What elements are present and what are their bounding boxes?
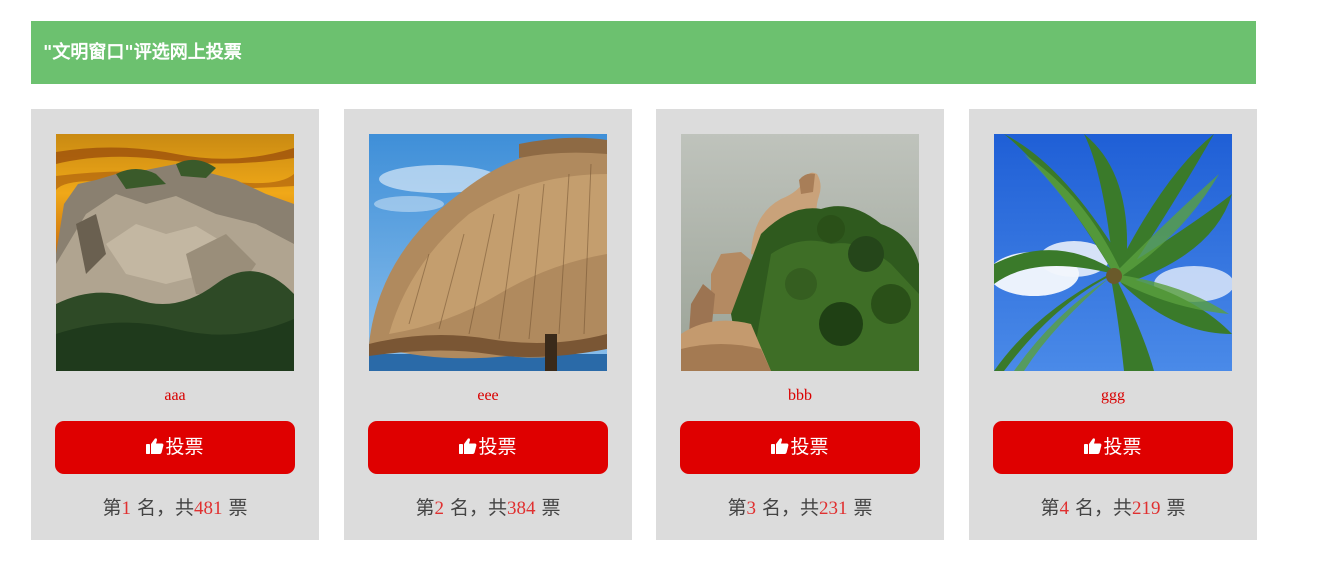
thatched-umbrella-photo xyxy=(369,134,607,371)
vote-button-label: 投票 xyxy=(165,436,204,458)
vote-button[interactable]: 投票 xyxy=(55,421,295,474)
rank-suffix: 票 xyxy=(847,497,873,519)
thumbs-up-icon xyxy=(1084,438,1102,454)
palm-tree-photo xyxy=(994,134,1232,371)
rank-number: 2 xyxy=(434,498,444,519)
mountain-sunset-photo xyxy=(56,134,294,371)
candidate-name: eee xyxy=(477,387,499,404)
candidate-card: ggg 投票 第4 名，共219 票 xyxy=(969,109,1257,540)
candidate-card: aaa 投票 第1 名，共481 票 xyxy=(31,109,319,540)
rank-suffix: 票 xyxy=(1160,497,1186,519)
candidate-list: aaa 投票 第1 名，共481 票 eee 投票 第2 名，共384 票 bb… xyxy=(31,109,1257,540)
rank-suffix: 票 xyxy=(222,497,248,519)
vote-count: 219 xyxy=(1132,498,1161,519)
candidate-card: bbb 投票 第3 名，共231 票 xyxy=(656,109,944,540)
rank-number: 3 xyxy=(746,498,756,519)
candidate-card: eee 投票 第2 名，共384 票 xyxy=(344,109,632,540)
vote-button-label: 投票 xyxy=(1103,436,1142,458)
thumbs-up-icon xyxy=(146,438,164,454)
rank-number: 1 xyxy=(121,498,131,519)
rank-summary: 第2 名，共384 票 xyxy=(344,495,632,522)
rank-mid: 名，共 xyxy=(443,497,507,519)
rank-prefix: 第 xyxy=(102,497,122,519)
rank-number: 4 xyxy=(1059,498,1069,519)
vote-count: 231 xyxy=(819,498,848,519)
candidate-name: ggg xyxy=(1101,387,1125,404)
rank-summary: 第4 名，共219 票 xyxy=(969,495,1257,522)
rank-prefix: 第 xyxy=(415,497,435,519)
rank-mid: 名，共 xyxy=(755,497,819,519)
rank-prefix: 第 xyxy=(1040,497,1060,519)
rank-suffix: 票 xyxy=(535,497,561,519)
vote-button-label: 投票 xyxy=(790,436,829,458)
candidate-name: bbb xyxy=(788,387,812,404)
vote-count: 481 xyxy=(194,498,223,519)
vote-button[interactable]: 投票 xyxy=(368,421,608,474)
rank-mid: 名，共 xyxy=(1068,497,1132,519)
vote-button[interactable]: 投票 xyxy=(680,421,920,474)
rock-peak-forest-photo xyxy=(681,134,919,371)
vote-button-label: 投票 xyxy=(478,436,517,458)
page-title: "文明窗口"评选网上投票 xyxy=(31,21,1256,84)
thumbs-up-icon xyxy=(771,438,789,454)
candidate-name: aaa xyxy=(164,387,186,404)
rank-summary: 第1 名，共481 票 xyxy=(31,495,319,522)
vote-button[interactable]: 投票 xyxy=(993,421,1233,474)
vote-count: 384 xyxy=(507,498,536,519)
rank-mid: 名，共 xyxy=(130,497,194,519)
rank-summary: 第3 名，共231 票 xyxy=(656,495,944,522)
rank-prefix: 第 xyxy=(727,497,747,519)
thumbs-up-icon xyxy=(459,438,477,454)
